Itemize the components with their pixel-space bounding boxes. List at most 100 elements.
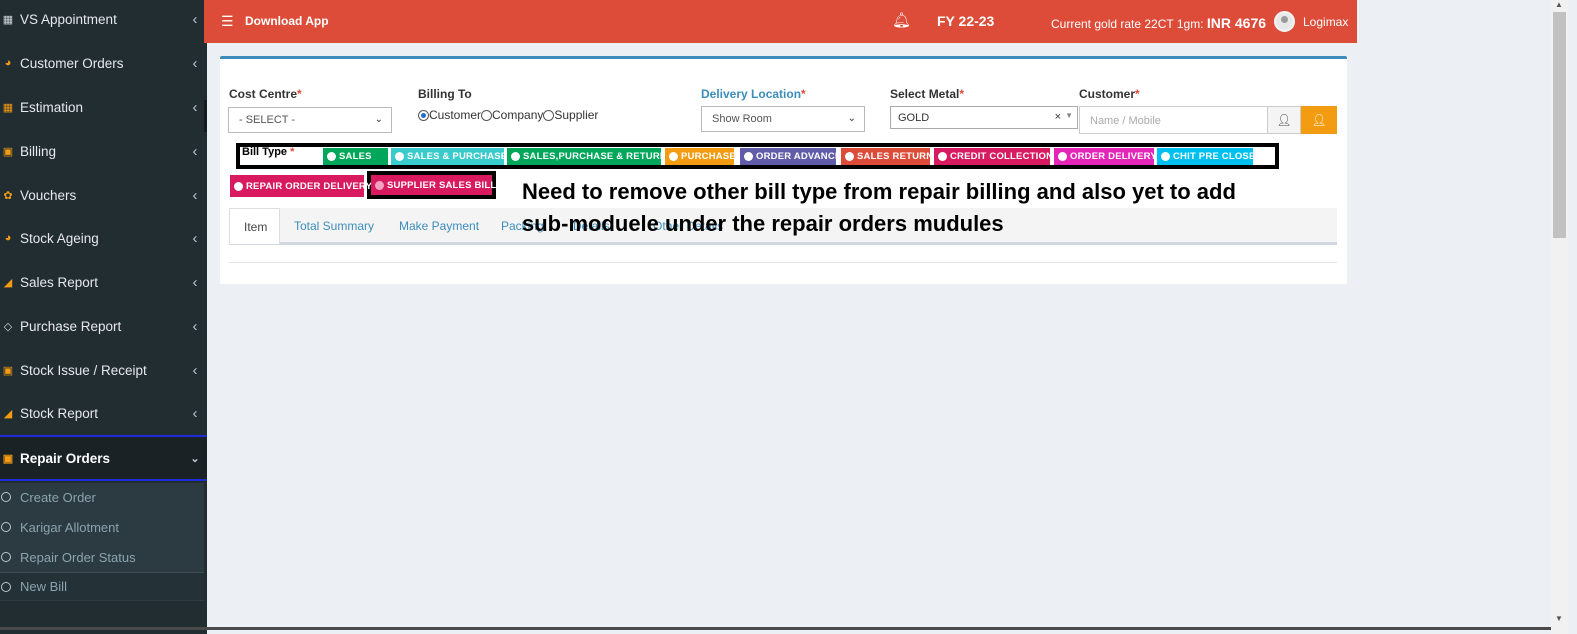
radio-icon bbox=[1058, 152, 1067, 161]
sidebar-item-vouchers[interactable]: ✿ Vouchers ‹ bbox=[0, 180, 207, 210]
sidebar-item-estimation[interactable]: ▦ Estimation ‹ bbox=[0, 92, 207, 122]
chevron-down-icon: ⌄ bbox=[190, 452, 200, 465]
billing-to-customer-radio[interactable] bbox=[418, 109, 429, 121]
delivery-location-select[interactable]: Show Room ⌄ bbox=[701, 106, 865, 132]
chevron-left-icon: ‹ bbox=[192, 229, 198, 247]
sidebar-item-label: Repair Orders bbox=[20, 450, 111, 466]
badge-label: SALES bbox=[339, 151, 372, 162]
sidebar-scrollbar[interactable] bbox=[204, 100, 207, 132]
submenu-item-new-bill[interactable]: New Bill bbox=[0, 572, 204, 600]
sidebar-item-label: Billing bbox=[20, 143, 57, 159]
page-scrollbar[interactable]: ▲ ▼ bbox=[1551, 0, 1568, 634]
radio-icon bbox=[234, 181, 243, 191]
tab-make-payment[interactable]: Make Payment bbox=[385, 208, 493, 244]
tab-total-summary[interactable]: Total Summary bbox=[280, 208, 388, 244]
radio-label: Customer bbox=[429, 108, 482, 122]
billing-to-company-radio[interactable] bbox=[481, 109, 493, 121]
customer-action-button[interactable]: 👤︎ bbox=[1301, 106, 1337, 134]
bill-type-sales-purchase[interactable]: SALES & PURCHASE bbox=[391, 148, 508, 165]
financial-year[interactable]: FY 22-23 bbox=[937, 13, 994, 29]
scrollbar-thumb[interactable] bbox=[1553, 12, 1566, 238]
sidebar-item-billing[interactable]: ▣ Billing ‹ bbox=[0, 136, 207, 166]
chevron-left-icon: ‹ bbox=[192, 317, 198, 335]
hamburger-icon[interactable]: ☰ bbox=[221, 13, 234, 30]
sidebar-item-label: Stock Report bbox=[20, 405, 99, 421]
chevron-left-icon: ‹ bbox=[192, 142, 198, 160]
sidebar-item-purchase-report[interactable]: ◇ Purchase Report ‹ bbox=[0, 311, 207, 341]
cost-centre-value: - SELECT - bbox=[239, 114, 296, 126]
sidebar-item-customer-orders[interactable]: ◕ Customer Orders ‹ bbox=[0, 48, 207, 78]
calendar-icon: ▦ bbox=[2, 13, 14, 26]
sidebar-item-vs-appointment[interactable]: ▦ VS Appointment ‹ bbox=[0, 4, 207, 34]
cost-centre-select[interactable]: - SELECT - ⌄ bbox=[228, 107, 392, 133]
bill-type-credit-collection[interactable]: CREDIT COLLECTION bbox=[934, 148, 1053, 165]
cost-centre-label: Cost Centre* bbox=[229, 87, 302, 101]
sidebar-item-repair-orders[interactable]: ▣ Repair Orders ⌄ bbox=[0, 435, 207, 481]
add-customer-button[interactable]: 👤︎ bbox=[1267, 106, 1301, 134]
radio-label: Company bbox=[492, 108, 544, 122]
money-icon: ▣ bbox=[2, 364, 14, 377]
submenu-item-label: Karigar Allotment bbox=[20, 519, 119, 535]
sidebar-item-sales-report[interactable]: ◢ Sales Report ‹ bbox=[0, 267, 207, 297]
circle-icon bbox=[1, 492, 11, 502]
sidebar-item-stock-ageing[interactable]: ◕ Stock Ageing ‹ bbox=[0, 223, 207, 253]
submenu-item-label: Create Order bbox=[20, 489, 96, 505]
download-app-link[interactable]: Download App bbox=[245, 14, 329, 28]
bill-type-supplier-sales-bill[interactable]: SUPPLIER SALES BILL bbox=[371, 175, 496, 195]
submenu-item-label: Repair Order Status bbox=[20, 549, 136, 565]
radio-icon bbox=[938, 152, 947, 161]
bill-type-purchase[interactable]: PURCHASE bbox=[665, 148, 736, 165]
sidebar-item-stock-report[interactable]: ◢ Stock Report ‹ bbox=[0, 398, 207, 428]
user-name[interactable]: Logimax bbox=[1303, 15, 1348, 29]
customer-label-text: Customer bbox=[1079, 87, 1136, 101]
select-metal-dropdown[interactable]: GOLD × ▼ bbox=[890, 106, 1078, 129]
bill-type-sales-return[interactable]: SALES RETURN bbox=[841, 148, 933, 165]
sidebar-item-stock-issue-receipt[interactable]: ▣ Stock Issue / Receipt ‹ bbox=[0, 355, 207, 385]
bell-icon[interactable]: 🔔︎ bbox=[892, 11, 911, 29]
radio-icon bbox=[395, 152, 404, 161]
customer-search-input[interactable]: Name / Mobile bbox=[1079, 106, 1268, 134]
select-metal-label-text: Select Metal bbox=[890, 87, 960, 101]
billing-to-supplier-radio[interactable] bbox=[543, 109, 555, 121]
clear-icon[interactable]: × bbox=[1055, 111, 1061, 123]
user-icon: 👤︎ bbox=[1311, 113, 1327, 127]
radio-icon bbox=[1161, 152, 1170, 161]
chevron-left-icon: ‹ bbox=[192, 54, 198, 72]
bill-type-label: Bill Type * bbox=[242, 146, 294, 158]
circle-icon bbox=[1, 552, 11, 562]
radio-icon bbox=[375, 180, 384, 190]
radio-icon bbox=[327, 152, 336, 161]
badge-label: SUPPLIER SALES BILL bbox=[387, 179, 497, 191]
submenu-item-label: New Bill bbox=[20, 579, 67, 594]
bill-type-repair-order-delivery[interactable]: REPAIR ORDER DELIVERY bbox=[230, 175, 372, 197]
pie-chart-icon: ◕ bbox=[4, 57, 12, 69]
scroll-down-icon[interactable]: ▼ bbox=[1555, 614, 1563, 623]
calculator-icon: ▦ bbox=[2, 101, 14, 114]
radio-label: Supplier bbox=[554, 108, 599, 122]
circle-icon bbox=[1, 581, 11, 592]
chevron-down-icon: ⌄ bbox=[847, 113, 856, 124]
bill-type-order-advance[interactable]: ORDER ADVANCE bbox=[740, 148, 841, 165]
sidebar: ▦ VS Appointment ‹ ◕ Customer Orders ‹ ▦… bbox=[0, 0, 207, 634]
billing-to-label: Billing To bbox=[418, 87, 472, 101]
scroll-up-icon[interactable]: ▲ bbox=[1555, 0, 1563, 9]
tab-item[interactable]: Item bbox=[229, 208, 280, 244]
bill-type-sales-purchase-return[interactable]: SALES,PURCHASE & RETURN bbox=[507, 148, 667, 165]
submenu-item-create-order[interactable]: Create Order bbox=[0, 483, 204, 511]
submenu-item-karigar-allotment[interactable]: Karigar Allotment bbox=[0, 513, 204, 541]
badge-label: SALES & PURCHASE bbox=[407, 151, 508, 162]
customer-label: Customer* bbox=[1079, 87, 1140, 101]
chevron-left-icon: ‹ bbox=[192, 361, 198, 379]
submenu-item-repair-order-status[interactable]: Repair Order Status bbox=[0, 543, 204, 571]
badge-label: SALES,PURCHASE & RETURN bbox=[523, 151, 667, 162]
bill-type-chit-pre-close[interactable]: CHIT PRE CLOSE bbox=[1157, 148, 1255, 165]
sidebar-item-label: Vouchers bbox=[20, 187, 77, 203]
required-mark: * bbox=[290, 146, 295, 158]
bill-type-order-delivery[interactable]: ORDER DELIVERY bbox=[1054, 148, 1157, 165]
bill-type-label-text: Bill Type bbox=[242, 146, 288, 158]
select-metal-value: GOLD bbox=[898, 112, 930, 124]
avatar[interactable] bbox=[1274, 11, 1295, 32]
bill-type-sales[interactable]: SALES bbox=[323, 148, 388, 165]
radio-icon bbox=[669, 152, 678, 161]
delivery-location-label-text: Delivery Location bbox=[701, 87, 802, 101]
